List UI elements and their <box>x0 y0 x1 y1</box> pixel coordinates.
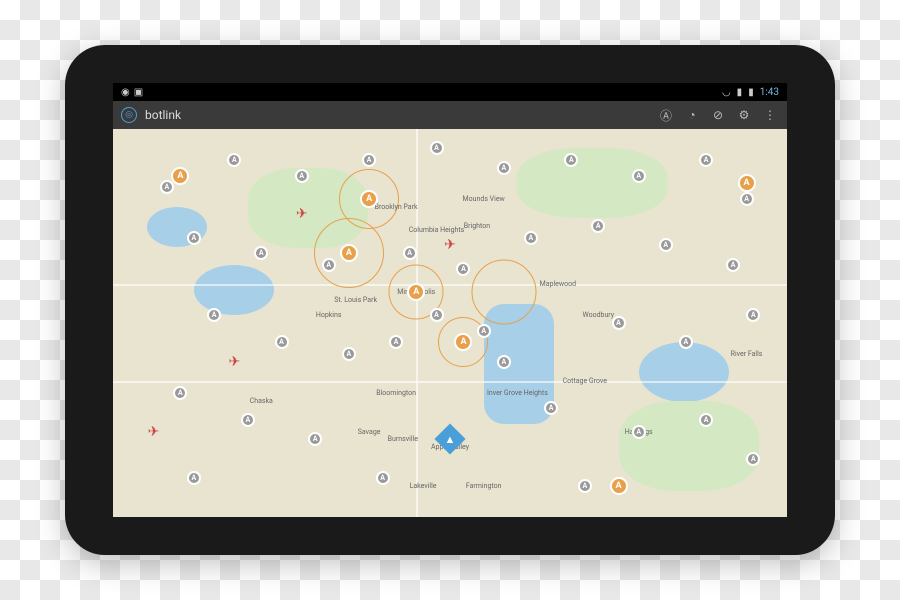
airfield-marker[interactable]: A <box>207 308 221 322</box>
airfield-a-marker[interactable]: A <box>171 167 189 185</box>
map-canvas[interactable]: MinneapolisBrooklyn ParkMounds ViewColum… <box>113 129 787 517</box>
airfield-marker[interactable]: A <box>456 262 470 276</box>
airfield-marker[interactable]: A <box>322 258 336 272</box>
toolbar-time-icon[interactable]: ◔ <box>683 106 701 124</box>
airfield-marker[interactable]: A <box>740 192 754 206</box>
place-label: Hopkins <box>316 311 342 319</box>
airfield-marker[interactable]: A <box>746 308 760 322</box>
airfield-marker[interactable]: A <box>342 347 356 361</box>
airfield-marker[interactable]: A <box>699 153 713 167</box>
airfield-marker[interactable]: A <box>275 335 289 349</box>
toolbar-overflow-icon[interactable]: ⋮ <box>761 106 779 124</box>
aircraft-icon[interactable]: ✈ <box>296 206 308 222</box>
wifi-icon: ◡ <box>722 87 731 98</box>
airfield-marker[interactable]: A <box>430 308 444 322</box>
airfield-marker[interactable]: A <box>254 246 268 260</box>
airfield-marker[interactable]: A <box>477 324 491 338</box>
airfield-marker[interactable]: A <box>497 355 511 369</box>
airfield-marker[interactable]: A <box>362 153 376 167</box>
aircraft-icon[interactable]: ✈ <box>148 424 160 440</box>
toolbar-settings-icon[interactable]: ⚙ <box>735 106 753 124</box>
airfield-marker[interactable]: A <box>524 231 538 245</box>
airfield-marker[interactable]: A <box>173 386 187 400</box>
aircraft-icon[interactable]: ✈ <box>228 354 240 370</box>
tablet-frame: ◉ ▣ ◡ ▮ ▮ 1:43 ◎ botlink Ⓐ ◔ ⊘ ⚙ ⋮ <box>65 45 835 555</box>
place-label: River Falls <box>731 350 763 358</box>
airfield-marker[interactable]: A <box>430 141 444 155</box>
airfield-marker[interactable]: A <box>544 401 558 415</box>
airfield-marker[interactable]: A <box>497 161 511 175</box>
notification-icon: ◉ <box>121 87 130 98</box>
app-bar: ◎ botlink Ⓐ ◔ ⊘ ⚙ ⋮ <box>113 101 787 129</box>
airfield-marker[interactable]: A <box>632 425 646 439</box>
airfield-marker[interactable]: A <box>578 479 592 493</box>
place-label: Bloomington <box>376 389 416 397</box>
airfield-marker[interactable]: A <box>403 246 417 260</box>
airfield-a-marker[interactable]: A <box>738 174 756 192</box>
aircraft-icon[interactable]: ✈ <box>444 237 456 253</box>
airfield-marker[interactable]: A <box>295 169 309 183</box>
place-label: Burnsville <box>388 435 418 443</box>
airfield-marker[interactable]: A <box>746 452 760 466</box>
place-label: Cottage Grove <box>563 377 607 385</box>
airfield-marker[interactable]: A <box>160 180 174 194</box>
airfield-marker[interactable]: A <box>376 471 390 485</box>
airfield-marker[interactable]: A <box>726 258 740 272</box>
place-label: St. Louis Park <box>334 296 377 304</box>
airspace-ring <box>471 259 536 324</box>
notification-icon: ▣ <box>134 87 143 98</box>
battery-icon: ▮ <box>748 87 754 98</box>
place-label: Lakeville <box>410 482 437 490</box>
place-label: Brooklyn Park <box>375 203 418 211</box>
place-label: Mounds View <box>463 195 505 203</box>
airfield-a-marker[interactable]: A <box>610 477 628 495</box>
airfield-marker[interactable]: A <box>389 335 403 349</box>
status-bar: ◉ ▣ ◡ ▮ ▮ 1:43 <box>113 83 787 101</box>
signal-icon: ▮ <box>737 87 743 98</box>
airfield-marker[interactable]: A <box>632 169 646 183</box>
airfield-marker[interactable]: A <box>227 153 241 167</box>
airfield-a-marker[interactable]: A <box>407 283 425 301</box>
airfield-a-marker[interactable]: A <box>360 190 378 208</box>
place-label: Chaska <box>250 397 273 405</box>
place-label: Farmington <box>466 482 502 490</box>
toolbar-globe-icon[interactable]: ⊘ <box>709 106 727 124</box>
airfield-marker[interactable]: A <box>659 238 673 252</box>
toolbar-marker-a-icon[interactable]: Ⓐ <box>657 106 675 124</box>
place-label: Columbia Heights <box>409 226 465 234</box>
airfield-marker[interactable]: A <box>308 432 322 446</box>
airfield-a-marker[interactable]: A <box>454 333 472 351</box>
airfield-marker[interactable]: A <box>187 231 201 245</box>
place-label: Maplewood <box>540 280 576 288</box>
place-label: Inver Grove Heights <box>487 389 548 397</box>
place-label: Savage <box>358 428 381 436</box>
place-label: Brighton <box>464 222 490 230</box>
airfield-marker[interactable]: A <box>699 413 713 427</box>
airfield-marker[interactable]: A <box>612 316 626 330</box>
airfield-marker[interactable]: A <box>187 471 201 485</box>
airfield-marker[interactable]: A <box>564 153 578 167</box>
airfield-a-marker[interactable]: A <box>340 244 358 262</box>
airfield-marker[interactable]: A <box>241 413 255 427</box>
airfield-marker[interactable]: A <box>679 335 693 349</box>
screen: ◉ ▣ ◡ ▮ ▮ 1:43 ◎ botlink Ⓐ ◔ ⊘ ⚙ ⋮ <box>113 83 787 517</box>
app-title: botlink <box>145 108 649 122</box>
clock: 1:43 <box>760 87 779 98</box>
place-label: Woodbury <box>582 311 614 319</box>
airfield-marker[interactable]: A <box>591 219 605 233</box>
app-logo-icon: ◎ <box>121 107 137 123</box>
